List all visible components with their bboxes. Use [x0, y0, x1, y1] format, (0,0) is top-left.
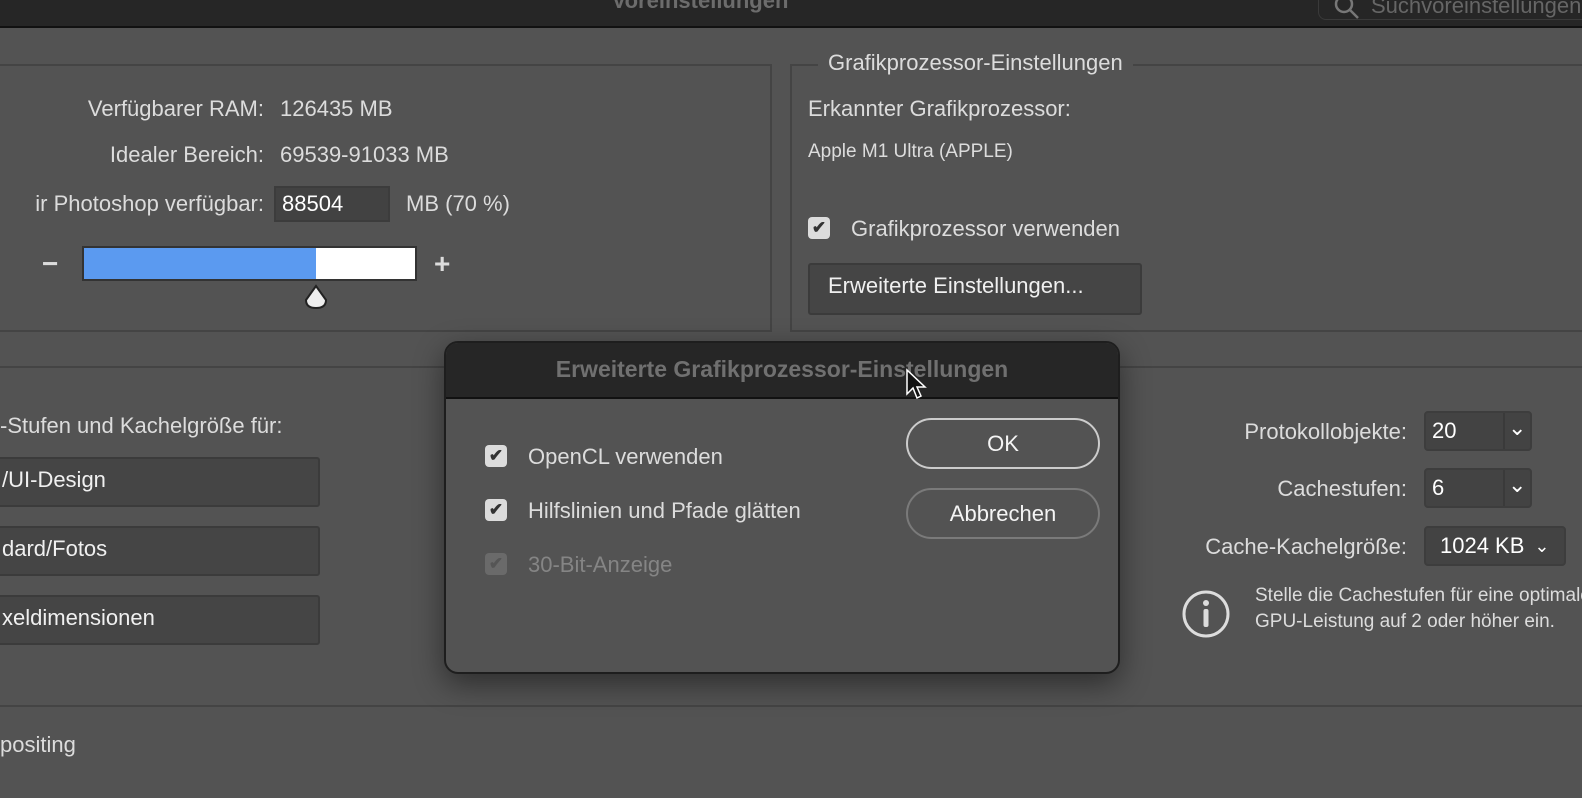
cache-levels-select[interactable]: 6 ⌄: [1424, 468, 1532, 508]
antialias-label: Hilfslinien und Pfade glätten: [528, 498, 801, 523]
opencl-label: OpenCL verwenden: [528, 444, 723, 469]
ideal-label: Idealer Bereich:: [109, 142, 264, 167]
search-placeholder: Suchvoreinstellungen: [1371, 0, 1582, 18]
ps-available-label: ir Photoshop verfügbar:: [35, 191, 264, 216]
history-select[interactable]: 20 ⌄: [1424, 411, 1532, 451]
divider: [0, 705, 1582, 707]
advanced-settings-button[interactable]: Erweiterte Einstellungen...: [808, 263, 1142, 315]
ram-label: Verfügbarer RAM:: [87, 96, 264, 121]
chevron-down-icon: ⌄: [1534, 535, 1550, 556]
30bit-checkbox: ✔: [485, 553, 507, 575]
opencl-checkbox[interactable]: ✔: [485, 445, 507, 467]
gpu-detected-value: Apple M1 Ultra (APPLE): [808, 141, 1013, 162]
cache-levels-value: 6: [1432, 475, 1445, 500]
search-icon: [1334, 0, 1359, 19]
decrease-button[interactable]: −: [42, 248, 58, 280]
antialias-checkbox[interactable]: ✔: [485, 499, 507, 521]
dialog-title: Erweiterte Grafikprozessor-Einstellungen: [446, 343, 1118, 399]
cancel-button[interactable]: Abbrechen: [906, 488, 1100, 539]
tile-size-select[interactable]: 1024 KB ⌄: [1424, 526, 1566, 566]
window-title: Voreinstellungen: [611, 0, 789, 13]
chevron-down-icon: ⌄: [1502, 470, 1530, 506]
preset-photos-button[interactable]: dard/Fotos: [0, 526, 320, 576]
info-icon: [1182, 590, 1230, 638]
tile-size-label: Cache-Kachelgröße:: [1205, 534, 1407, 559]
preset-ui-design-button[interactable]: /UI-Design: [0, 457, 320, 507]
memory-slider-fill: [84, 248, 316, 279]
increase-button[interactable]: +: [434, 248, 450, 280]
preset-pixel-dimensions-button[interactable]: xeldimensionen: [0, 595, 320, 645]
gpu-detected-label: Erkannter Grafikprozessor:: [808, 96, 1071, 121]
ps-memory-input[interactable]: 88504: [274, 186, 390, 222]
history-label: Protokollobjekte:: [1244, 419, 1407, 444]
ok-button[interactable]: OK: [906, 418, 1100, 469]
gpu-section-title: Grafikprozessor-Einstellungen: [818, 50, 1133, 76]
cache-levels-label: Cachestufen:: [1277, 476, 1407, 501]
search-input[interactable]: Suchvoreinstellungen: [1318, 0, 1582, 20]
ideal-value: 69539-91033 MB: [280, 142, 449, 167]
use-gpu-checkbox[interactable]: ✔: [808, 217, 830, 239]
title-bar: Voreinstellungen Suchvoreinstellungen: [0, 0, 1582, 28]
chevron-down-icon: ⌄: [1502, 413, 1530, 449]
memory-slider-track[interactable]: [82, 246, 417, 281]
slider-thumb[interactable]: [304, 284, 328, 310]
cache-presets-heading: -Stufen und Kachelgröße für:: [0, 413, 283, 438]
advanced-gpu-dialog: Erweiterte Grafikprozessor-Einstellungen…: [444, 341, 1120, 674]
tile-size-value: 1024 KB: [1440, 533, 1525, 558]
info-text: Stelle die Cachestufen für eine optimale…: [1255, 585, 1582, 632]
compositing-label: positing: [0, 732, 76, 757]
use-gpu-label: Grafikprozessor verwenden: [851, 216, 1121, 241]
ps-memory-unit: MB (70 %): [406, 191, 510, 216]
30bit-label: 30-Bit-Anzeige: [528, 552, 673, 577]
mouse-cursor-icon: [906, 368, 927, 400]
history-value: 20: [1432, 418, 1457, 443]
ram-value: 126435 MB: [280, 96, 393, 121]
